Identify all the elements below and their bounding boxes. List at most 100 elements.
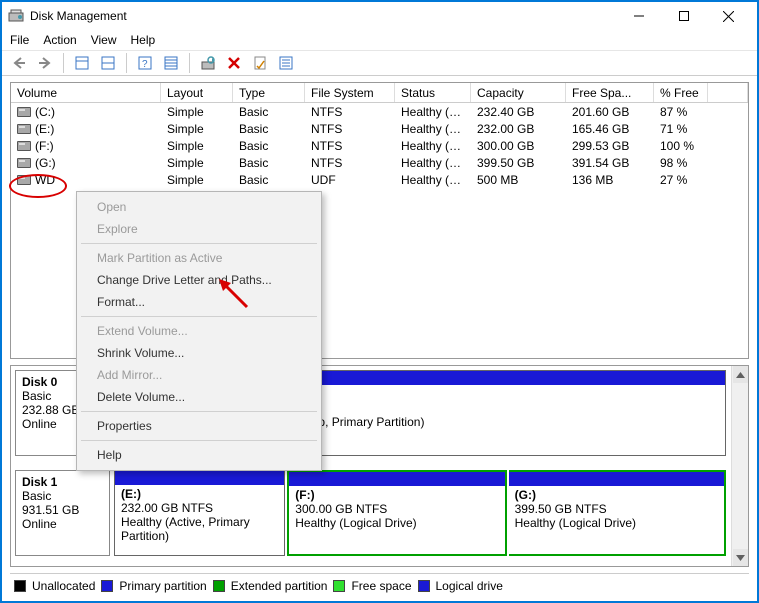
scroll-up-icon[interactable] (733, 366, 748, 383)
partition-stripe (289, 472, 504, 486)
cell-status: Healthy (B... (395, 105, 471, 119)
toolbar-separator (63, 53, 64, 73)
cell-fs: UDF (305, 173, 395, 187)
cell-percentfree: 27 % (654, 173, 708, 187)
drive-icon (17, 175, 31, 185)
menu-action[interactable]: Action (43, 33, 76, 47)
swatch-extended (213, 580, 225, 592)
toolbar-list-button[interactable] (275, 52, 297, 74)
ctx-mark-active[interactable]: Mark Partition as Active (79, 247, 319, 269)
legend-primary: Primary partition (119, 579, 206, 593)
window-title: Disk Management (30, 9, 616, 23)
close-button[interactable] (706, 2, 751, 30)
window-controls (616, 2, 751, 30)
cell-capacity: 399.50 GB (471, 156, 566, 170)
col-layout[interactable]: Layout (161, 83, 233, 102)
table-row[interactable]: (C:)SimpleBasicNTFSHealthy (B...232.40 G… (11, 103, 748, 120)
ctx-properties[interactable]: Properties (79, 415, 319, 437)
cell-type: Basic (233, 139, 305, 153)
partition-status: Healthy (Logical Drive) (295, 516, 416, 530)
legend-extended: Extended partition (231, 579, 328, 593)
menu-view[interactable]: View (91, 33, 117, 47)
col-capacity[interactable]: Capacity (471, 83, 566, 102)
ctx-format[interactable]: Format... (79, 291, 319, 313)
cell-fs: NTFS (305, 139, 395, 153)
toolbar-separator (126, 53, 127, 73)
partition-name: (G:) (515, 488, 536, 502)
partition-status: Healthy (Active, Primary Partition) (121, 515, 250, 543)
col-type[interactable]: Type (233, 83, 305, 102)
partition-status: Healthy (Logical Drive) (515, 516, 636, 530)
disk-pane-scrollbar[interactable] (731, 366, 748, 566)
help-button[interactable]: ? (134, 52, 156, 74)
toolbar-view2-button[interactable] (97, 52, 119, 74)
ctx-delete-volume[interactable]: Delete Volume... (79, 386, 319, 408)
disk-size: 232.88 GB (22, 403, 79, 417)
col-extra[interactable] (708, 83, 748, 102)
partition-stripe (115, 471, 284, 485)
partition-f[interactable]: (F:) 300.00 GB NTFS Healthy (Logical Dri… (287, 470, 506, 556)
ctx-extend-volume[interactable]: Extend Volume... (79, 320, 319, 342)
cell-status: Healthy (A... (395, 122, 471, 136)
disk-label-1[interactable]: Disk 1 Basic 931.51 GB Online (15, 470, 110, 556)
drive-icon (17, 158, 31, 168)
col-volume[interactable]: Volume (11, 83, 161, 102)
partition-size: 300.00 GB NTFS (295, 502, 387, 516)
disk-state: Online (22, 517, 57, 531)
cell-layout: Simple (161, 156, 233, 170)
minimize-button[interactable] (616, 2, 661, 30)
cell-capacity: 300.00 GB (471, 139, 566, 153)
delete-button[interactable] (223, 52, 245, 74)
ctx-open[interactable]: Open (79, 196, 319, 218)
ctx-change-drive-letter[interactable]: Change Drive Letter and Paths... (79, 269, 319, 291)
cell-type: Basic (233, 105, 305, 119)
table-row[interactable]: (E:)SimpleBasicNTFSHealthy (A...232.00 G… (11, 120, 748, 137)
app-icon (8, 8, 24, 24)
table-row[interactable]: (G:)SimpleBasicNTFSHealthy (L...399.50 G… (11, 154, 748, 171)
cell-volume: (E:) (11, 122, 161, 136)
col-status[interactable]: Status (395, 83, 471, 102)
cell-percentfree: 98 % (654, 156, 708, 170)
cell-type: Basic (233, 156, 305, 170)
cell-percentfree: 87 % (654, 105, 708, 119)
cell-layout: Simple (161, 122, 233, 136)
cell-layout: Simple (161, 139, 233, 153)
toolbar-view1-button[interactable] (71, 52, 93, 74)
cell-status: Healthy (L... (395, 156, 471, 170)
app-window: Disk Management File Action View Help (0, 0, 759, 603)
refresh-button[interactable] (197, 52, 219, 74)
col-percentfree[interactable]: % Free (654, 83, 708, 102)
toolbar-settings-button[interactable] (160, 52, 182, 74)
maximize-button[interactable] (661, 2, 706, 30)
cell-percentfree: 71 % (654, 122, 708, 136)
disk-1-partitions: (E:) 232.00 GB NTFS Healthy (Active, Pri… (114, 470, 726, 556)
ctx-explore[interactable]: Explore (79, 218, 319, 240)
cell-free: 201.60 GB (566, 105, 654, 119)
cell-volume: (G:) (11, 156, 161, 170)
table-row[interactable]: (F:)SimpleBasicNTFSHealthy (L...300.00 G… (11, 137, 748, 154)
cell-fs: NTFS (305, 122, 395, 136)
cell-volume: (C:) (11, 105, 161, 119)
menu-file[interactable]: File (10, 33, 29, 47)
partition-stripe (509, 472, 724, 486)
disk-row-1: Disk 1 Basic 931.51 GB Online (E:) 232.0… (15, 470, 726, 556)
back-button[interactable] (8, 52, 30, 74)
ctx-separator (81, 411, 317, 412)
partition-g[interactable]: (G:) 399.50 GB NTFS Healthy (Logical Dri… (509, 470, 726, 556)
ctx-shrink-volume[interactable]: Shrink Volume... (79, 342, 319, 364)
properties-button[interactable] (249, 52, 271, 74)
col-freespace[interactable]: Free Spa... (566, 83, 654, 102)
partition-e[interactable]: (E:) 232.00 GB NTFS Healthy (Active, Pri… (114, 470, 285, 556)
table-row[interactable]: WDSimpleBasicUDFHealthy (S...500 MB136 M… (11, 171, 748, 188)
ctx-help[interactable]: Help (79, 444, 319, 466)
col-filesystem[interactable]: File System (305, 83, 395, 102)
scroll-down-icon[interactable] (733, 549, 748, 566)
swatch-primary (101, 580, 113, 592)
menu-help[interactable]: Help (131, 33, 156, 47)
forward-button[interactable] (34, 52, 56, 74)
disk-type: Basic (22, 389, 51, 403)
cell-volume: (F:) (11, 139, 161, 153)
menubar: File Action View Help (2, 30, 757, 50)
ctx-add-mirror[interactable]: Add Mirror... (79, 364, 319, 386)
disk-name: Disk 1 (22, 475, 57, 489)
